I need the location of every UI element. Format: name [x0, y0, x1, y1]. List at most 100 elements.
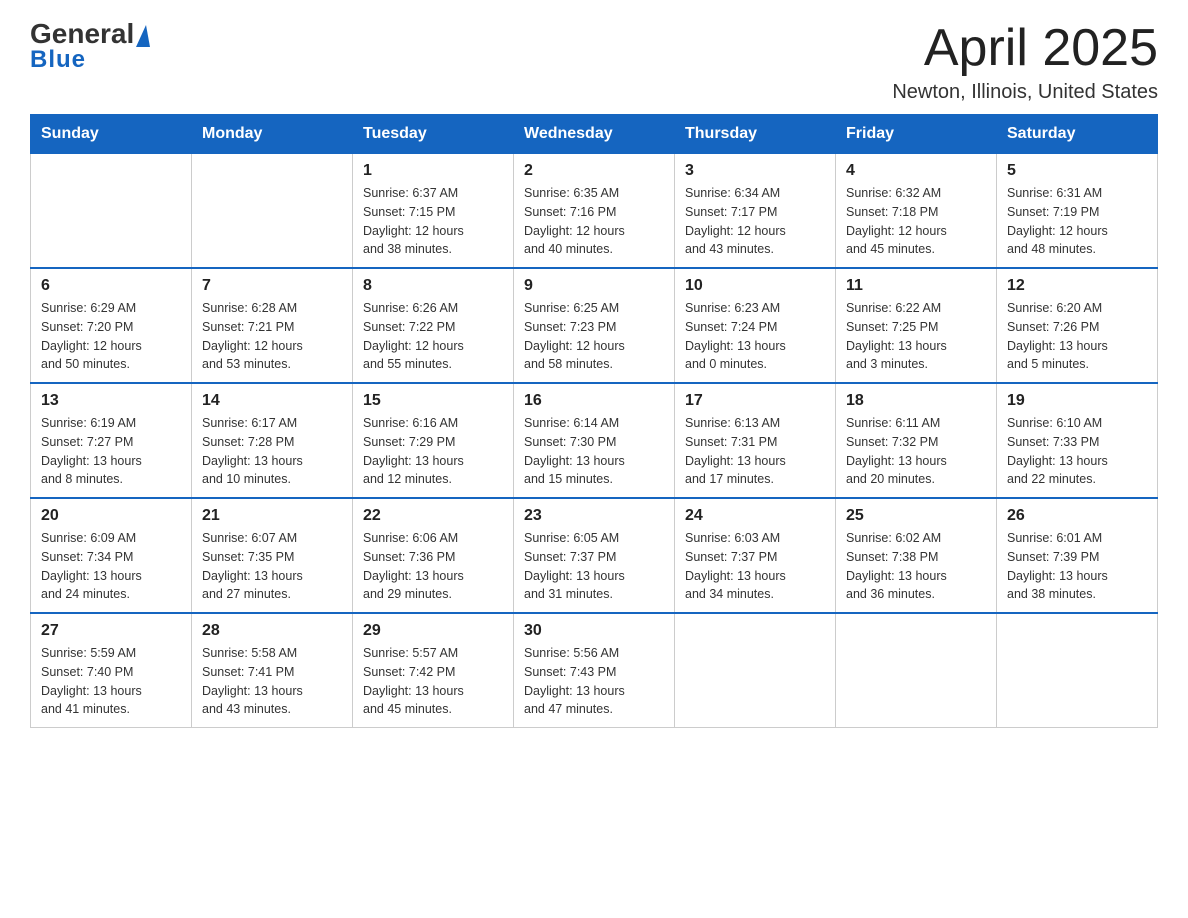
day-info: Sunrise: 6:14 AMSunset: 7:30 PMDaylight:…	[524, 414, 664, 489]
day-number: 19	[1007, 392, 1147, 410]
day-info: Sunrise: 6:34 AMSunset: 7:17 PMDaylight:…	[685, 184, 825, 259]
day-number: 12	[1007, 277, 1147, 295]
day-number: 16	[524, 392, 664, 410]
table-row	[31, 154, 192, 269]
day-number: 4	[846, 162, 986, 180]
table-row: 23 Sunrise: 6:05 AMSunset: 7:37 PMDayligh…	[514, 498, 675, 613]
day-number: 23	[524, 507, 664, 525]
table-row: 19 Sunrise: 6:10 AMSunset: 7:33 PMDayligh…	[997, 383, 1158, 498]
calendar-header-row: Sunday Monday Tuesday Wednesday Thursday…	[31, 115, 1158, 154]
day-number: 2	[524, 162, 664, 180]
day-info: Sunrise: 6:26 AMSunset: 7:22 PMDaylight:…	[363, 299, 503, 374]
calendar-week-row: 13Sunrise: 6:19 AMSunset: 7:27 PMDayligh…	[31, 383, 1158, 498]
col-monday: Monday	[192, 115, 353, 154]
table-row: 3 Sunrise: 6:34 AMSunset: 7:17 PMDaylight…	[675, 154, 836, 269]
day-number: 21	[202, 507, 342, 525]
table-row: 12 Sunrise: 6:20 AMSunset: 7:26 PMDayligh…	[997, 268, 1158, 383]
table-row: 15 Sunrise: 6:16 AMSunset: 7:29 PMDayligh…	[353, 383, 514, 498]
day-info: Sunrise: 6:32 AMSunset: 7:18 PMDaylight:…	[846, 184, 986, 259]
table-row: 7 Sunrise: 6:28 AMSunset: 7:21 PMDaylight…	[192, 268, 353, 383]
page-header: General Blue April 2025 Newton, Illinois…	[30, 20, 1158, 104]
table-row	[675, 613, 836, 728]
table-row: 25Sunrise: 6:02 AMSunset: 7:38 PMDayligh…	[836, 498, 997, 613]
table-row: 13Sunrise: 6:19 AMSunset: 7:27 PMDayligh…	[31, 383, 192, 498]
table-row: 24 Sunrise: 6:03 AMSunset: 7:37 PMDayligh…	[675, 498, 836, 613]
day-number: 3	[685, 162, 825, 180]
table-row: 16 Sunrise: 6:14 AMSunset: 7:30 PMDayligh…	[514, 383, 675, 498]
day-info: Sunrise: 6:37 AMSunset: 7:15 PMDaylight:…	[363, 184, 503, 259]
logo-blue-label: Blue	[30, 46, 86, 74]
day-info: Sunrise: 6:25 AMSunset: 7:23 PMDaylight:…	[524, 299, 664, 374]
day-number: 18	[846, 392, 986, 410]
day-info: Sunrise: 6:11 AMSunset: 7:32 PMDaylight:…	[846, 414, 986, 489]
calendar-table: Sunday Monday Tuesday Wednesday Thursday…	[30, 114, 1158, 728]
day-info: Sunrise: 6:03 AMSunset: 7:37 PMDaylight:…	[685, 529, 825, 604]
table-row: 27Sunrise: 5:59 AMSunset: 7:40 PMDayligh…	[31, 613, 192, 728]
col-tuesday: Tuesday	[353, 115, 514, 154]
day-number: 1	[363, 162, 503, 180]
table-row: 20 Sunrise: 6:09 AMSunset: 7:34 PMDayligh…	[31, 498, 192, 613]
day-info: Sunrise: 6:06 AMSunset: 7:36 PMDaylight:…	[363, 529, 503, 604]
day-number: 14	[202, 392, 342, 410]
table-row: 26 Sunrise: 6:01 AMSunset: 7:39 PMDayligh…	[997, 498, 1158, 613]
day-number: 11	[846, 277, 986, 295]
table-row: 14 Sunrise: 6:17 AMSunset: 7:28 PMDayligh…	[192, 383, 353, 498]
table-row: 30 Sunrise: 5:56 AMSunset: 7:43 PMDayligh…	[514, 613, 675, 728]
day-number: 29	[363, 622, 503, 640]
table-row: 8 Sunrise: 6:26 AMSunset: 7:22 PMDaylight…	[353, 268, 514, 383]
table-row	[192, 154, 353, 269]
day-info: Sunrise: 6:19 AMSunset: 7:27 PMDaylight:…	[41, 414, 181, 489]
calendar-week-row: 6Sunrise: 6:29 AMSunset: 7:20 PMDaylight…	[31, 268, 1158, 383]
day-info: Sunrise: 6:22 AMSunset: 7:25 PMDaylight:…	[846, 299, 986, 374]
day-number: 10	[685, 277, 825, 295]
day-number: 8	[363, 277, 503, 295]
day-number: 30	[524, 622, 664, 640]
day-number: 22	[363, 507, 503, 525]
calendar-week-row: 1 Sunrise: 6:37 AMSunset: 7:15 PMDaylight…	[31, 154, 1158, 269]
day-info: Sunrise: 6:07 AMSunset: 7:35 PMDaylight:…	[202, 529, 342, 604]
day-number: 24	[685, 507, 825, 525]
logo-text: General	[30, 20, 150, 48]
day-info: Sunrise: 6:16 AMSunset: 7:29 PMDaylight:…	[363, 414, 503, 489]
table-row	[997, 613, 1158, 728]
day-info: Sunrise: 6:10 AMSunset: 7:33 PMDaylight:…	[1007, 414, 1147, 489]
calendar-week-row: 20 Sunrise: 6:09 AMSunset: 7:34 PMDayligh…	[31, 498, 1158, 613]
day-number: 20	[41, 507, 181, 525]
table-row: 21 Sunrise: 6:07 AMSunset: 7:35 PMDayligh…	[192, 498, 353, 613]
calendar-title: April 2025	[892, 20, 1158, 77]
title-section: April 2025 Newton, Illinois, United Stat…	[892, 20, 1158, 104]
day-info: Sunrise: 6:20 AMSunset: 7:26 PMDaylight:…	[1007, 299, 1147, 374]
logo: General Blue	[30, 20, 150, 74]
day-info: Sunrise: 6:31 AMSunset: 7:19 PMDaylight:…	[1007, 184, 1147, 259]
day-info: Sunrise: 6:05 AMSunset: 7:37 PMDaylight:…	[524, 529, 664, 604]
day-info: Sunrise: 6:13 AMSunset: 7:31 PMDaylight:…	[685, 414, 825, 489]
day-info: Sunrise: 6:35 AMSunset: 7:16 PMDaylight:…	[524, 184, 664, 259]
table-row: 29Sunrise: 5:57 AMSunset: 7:42 PMDayligh…	[353, 613, 514, 728]
day-info: Sunrise: 6:17 AMSunset: 7:28 PMDaylight:…	[202, 414, 342, 489]
day-info: Sunrise: 5:56 AMSunset: 7:43 PMDaylight:…	[524, 644, 664, 719]
day-number: 17	[685, 392, 825, 410]
table-row	[836, 613, 997, 728]
col-saturday: Saturday	[997, 115, 1158, 154]
day-info: Sunrise: 6:28 AMSunset: 7:21 PMDaylight:…	[202, 299, 342, 374]
table-row: 6Sunrise: 6:29 AMSunset: 7:20 PMDaylight…	[31, 268, 192, 383]
table-row: 10 Sunrise: 6:23 AMSunset: 7:24 PMDayligh…	[675, 268, 836, 383]
day-info: Sunrise: 6:01 AMSunset: 7:39 PMDaylight:…	[1007, 529, 1147, 604]
day-info: Sunrise: 6:23 AMSunset: 7:24 PMDaylight:…	[685, 299, 825, 374]
table-row: 17 Sunrise: 6:13 AMSunset: 7:31 PMDayligh…	[675, 383, 836, 498]
day-info: Sunrise: 6:02 AMSunset: 7:38 PMDaylight:…	[846, 529, 986, 604]
day-info: Sunrise: 5:58 AMSunset: 7:41 PMDaylight:…	[202, 644, 342, 719]
calendar-subtitle: Newton, Illinois, United States	[892, 81, 1158, 104]
table-row: 2 Sunrise: 6:35 AMSunset: 7:16 PMDaylight…	[514, 154, 675, 269]
calendar-week-row: 27Sunrise: 5:59 AMSunset: 7:40 PMDayligh…	[31, 613, 1158, 728]
day-number: 26	[1007, 507, 1147, 525]
day-info: Sunrise: 6:09 AMSunset: 7:34 PMDaylight:…	[41, 529, 181, 604]
table-row: 1 Sunrise: 6:37 AMSunset: 7:15 PMDaylight…	[353, 154, 514, 269]
day-info: Sunrise: 5:59 AMSunset: 7:40 PMDaylight:…	[41, 644, 181, 719]
day-number: 28	[202, 622, 342, 640]
day-number: 7	[202, 277, 342, 295]
day-number: 15	[363, 392, 503, 410]
col-friday: Friday	[836, 115, 997, 154]
col-thursday: Thursday	[675, 115, 836, 154]
col-sunday: Sunday	[31, 115, 192, 154]
